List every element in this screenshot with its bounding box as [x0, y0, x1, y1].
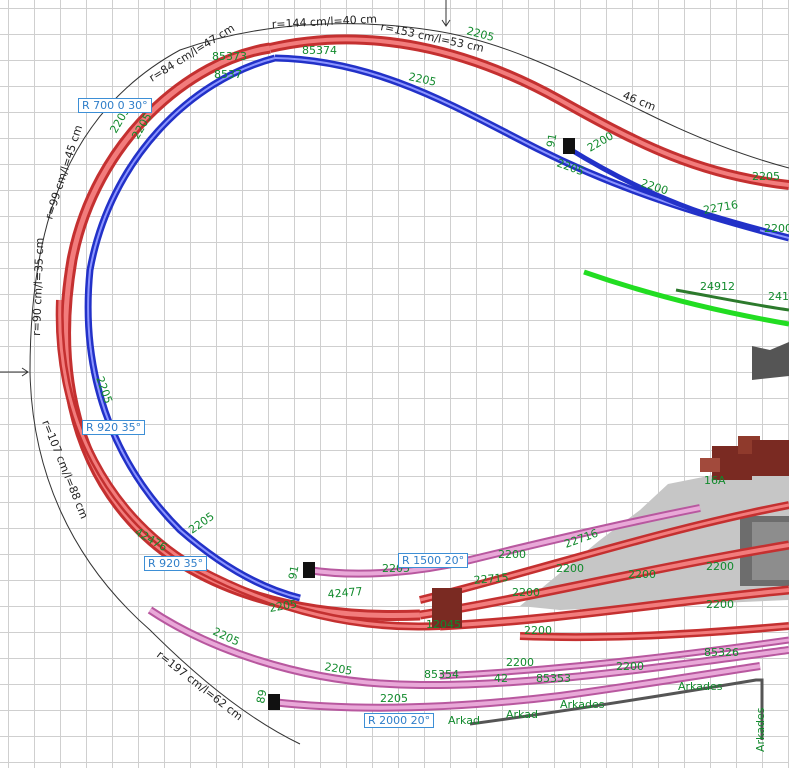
track-label: Arkades	[560, 698, 605, 711]
track-label: 2205	[380, 692, 408, 705]
track-label: 16A	[704, 474, 726, 487]
buffer-stop-2	[303, 562, 315, 578]
track-label: 2200	[706, 598, 734, 611]
dimension-label: r=197 cm/l=62 cm	[154, 648, 245, 723]
track-label: 85353	[536, 672, 571, 685]
track-label: 24912	[700, 280, 735, 293]
track-label: 2200	[628, 568, 656, 581]
track-label: 42	[494, 672, 508, 685]
green-track	[583, 269, 789, 327]
track-label: 2200	[512, 586, 540, 599]
buffer-stop-3	[268, 694, 280, 710]
track-label: Arkades	[678, 680, 723, 693]
track-label: 2200	[706, 560, 734, 573]
track-label: 89	[254, 688, 269, 704]
track-label: 241	[768, 290, 789, 303]
track-label: 2205	[186, 510, 216, 537]
track-label: 2200	[616, 660, 644, 673]
track-label: 42477	[327, 585, 363, 601]
radius-tag: R 2000 20°	[364, 713, 435, 728]
track-label: 12045	[426, 618, 461, 631]
track-label: 2200	[764, 222, 789, 235]
town-building-3	[752, 440, 789, 476]
track-label: Arkad	[448, 714, 480, 727]
radius-tag: R 1500 20°	[398, 553, 469, 568]
track-label: 2200	[585, 129, 616, 154]
radius-tag: R 920 35°	[82, 420, 146, 435]
track-label: 85374	[302, 44, 337, 57]
track-label: 2200	[524, 624, 552, 637]
dimension-label: r=90 cm/l=35 cm	[30, 237, 46, 336]
track-label: 85373	[212, 50, 247, 63]
track-label: 85354	[424, 668, 459, 681]
track-label: 2200	[498, 548, 526, 561]
track-label: 91	[286, 564, 301, 580]
radius-tag: R 700 0 30°	[78, 98, 152, 113]
dimension-label: r=99 cm/l=45 cm	[42, 123, 85, 220]
track-label: 91	[544, 132, 559, 148]
track-label: 22716	[702, 198, 739, 217]
track-label: Arkad	[506, 708, 538, 721]
radius-tag: R 920 35°	[144, 556, 208, 571]
track-plan[interactable]: 85373 85374 8537 2205 2205 2205 2205 220…	[0, 0, 789, 768]
track-label: 2200	[556, 562, 584, 575]
track-label: 22715	[473, 571, 509, 587]
arrow-left	[0, 367, 29, 377]
track-label: 2205	[752, 170, 780, 183]
dimension-label: r=144 cm/l=40 cm	[271, 13, 377, 31]
rock-outcrop	[752, 342, 789, 380]
town-building-4	[700, 458, 720, 472]
track-label: 85326	[704, 646, 739, 659]
track-label: 8537	[214, 68, 242, 81]
layout-canvas[interactable]: 85373 85374 8537 2205 2205 2205 2205 220…	[0, 0, 789, 768]
buffer-stop-1	[563, 138, 575, 154]
track-label: 2200	[506, 656, 534, 669]
track-label: 2205	[555, 157, 586, 179]
arrow-top	[441, 0, 451, 27]
track-label: Arkades	[754, 707, 767, 752]
